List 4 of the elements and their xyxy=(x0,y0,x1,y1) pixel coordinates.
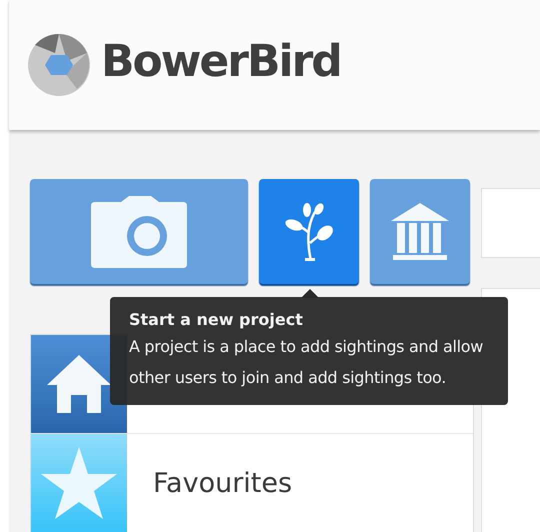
menu-label: Favourites xyxy=(153,468,292,498)
tooltip-title: Start a new project xyxy=(129,309,304,331)
tooltip-text: A project is a place to add sightings and allow other users to join and add sightings too. xyxy=(129,336,484,389)
brand-name: BowerBird xyxy=(101,36,341,86)
